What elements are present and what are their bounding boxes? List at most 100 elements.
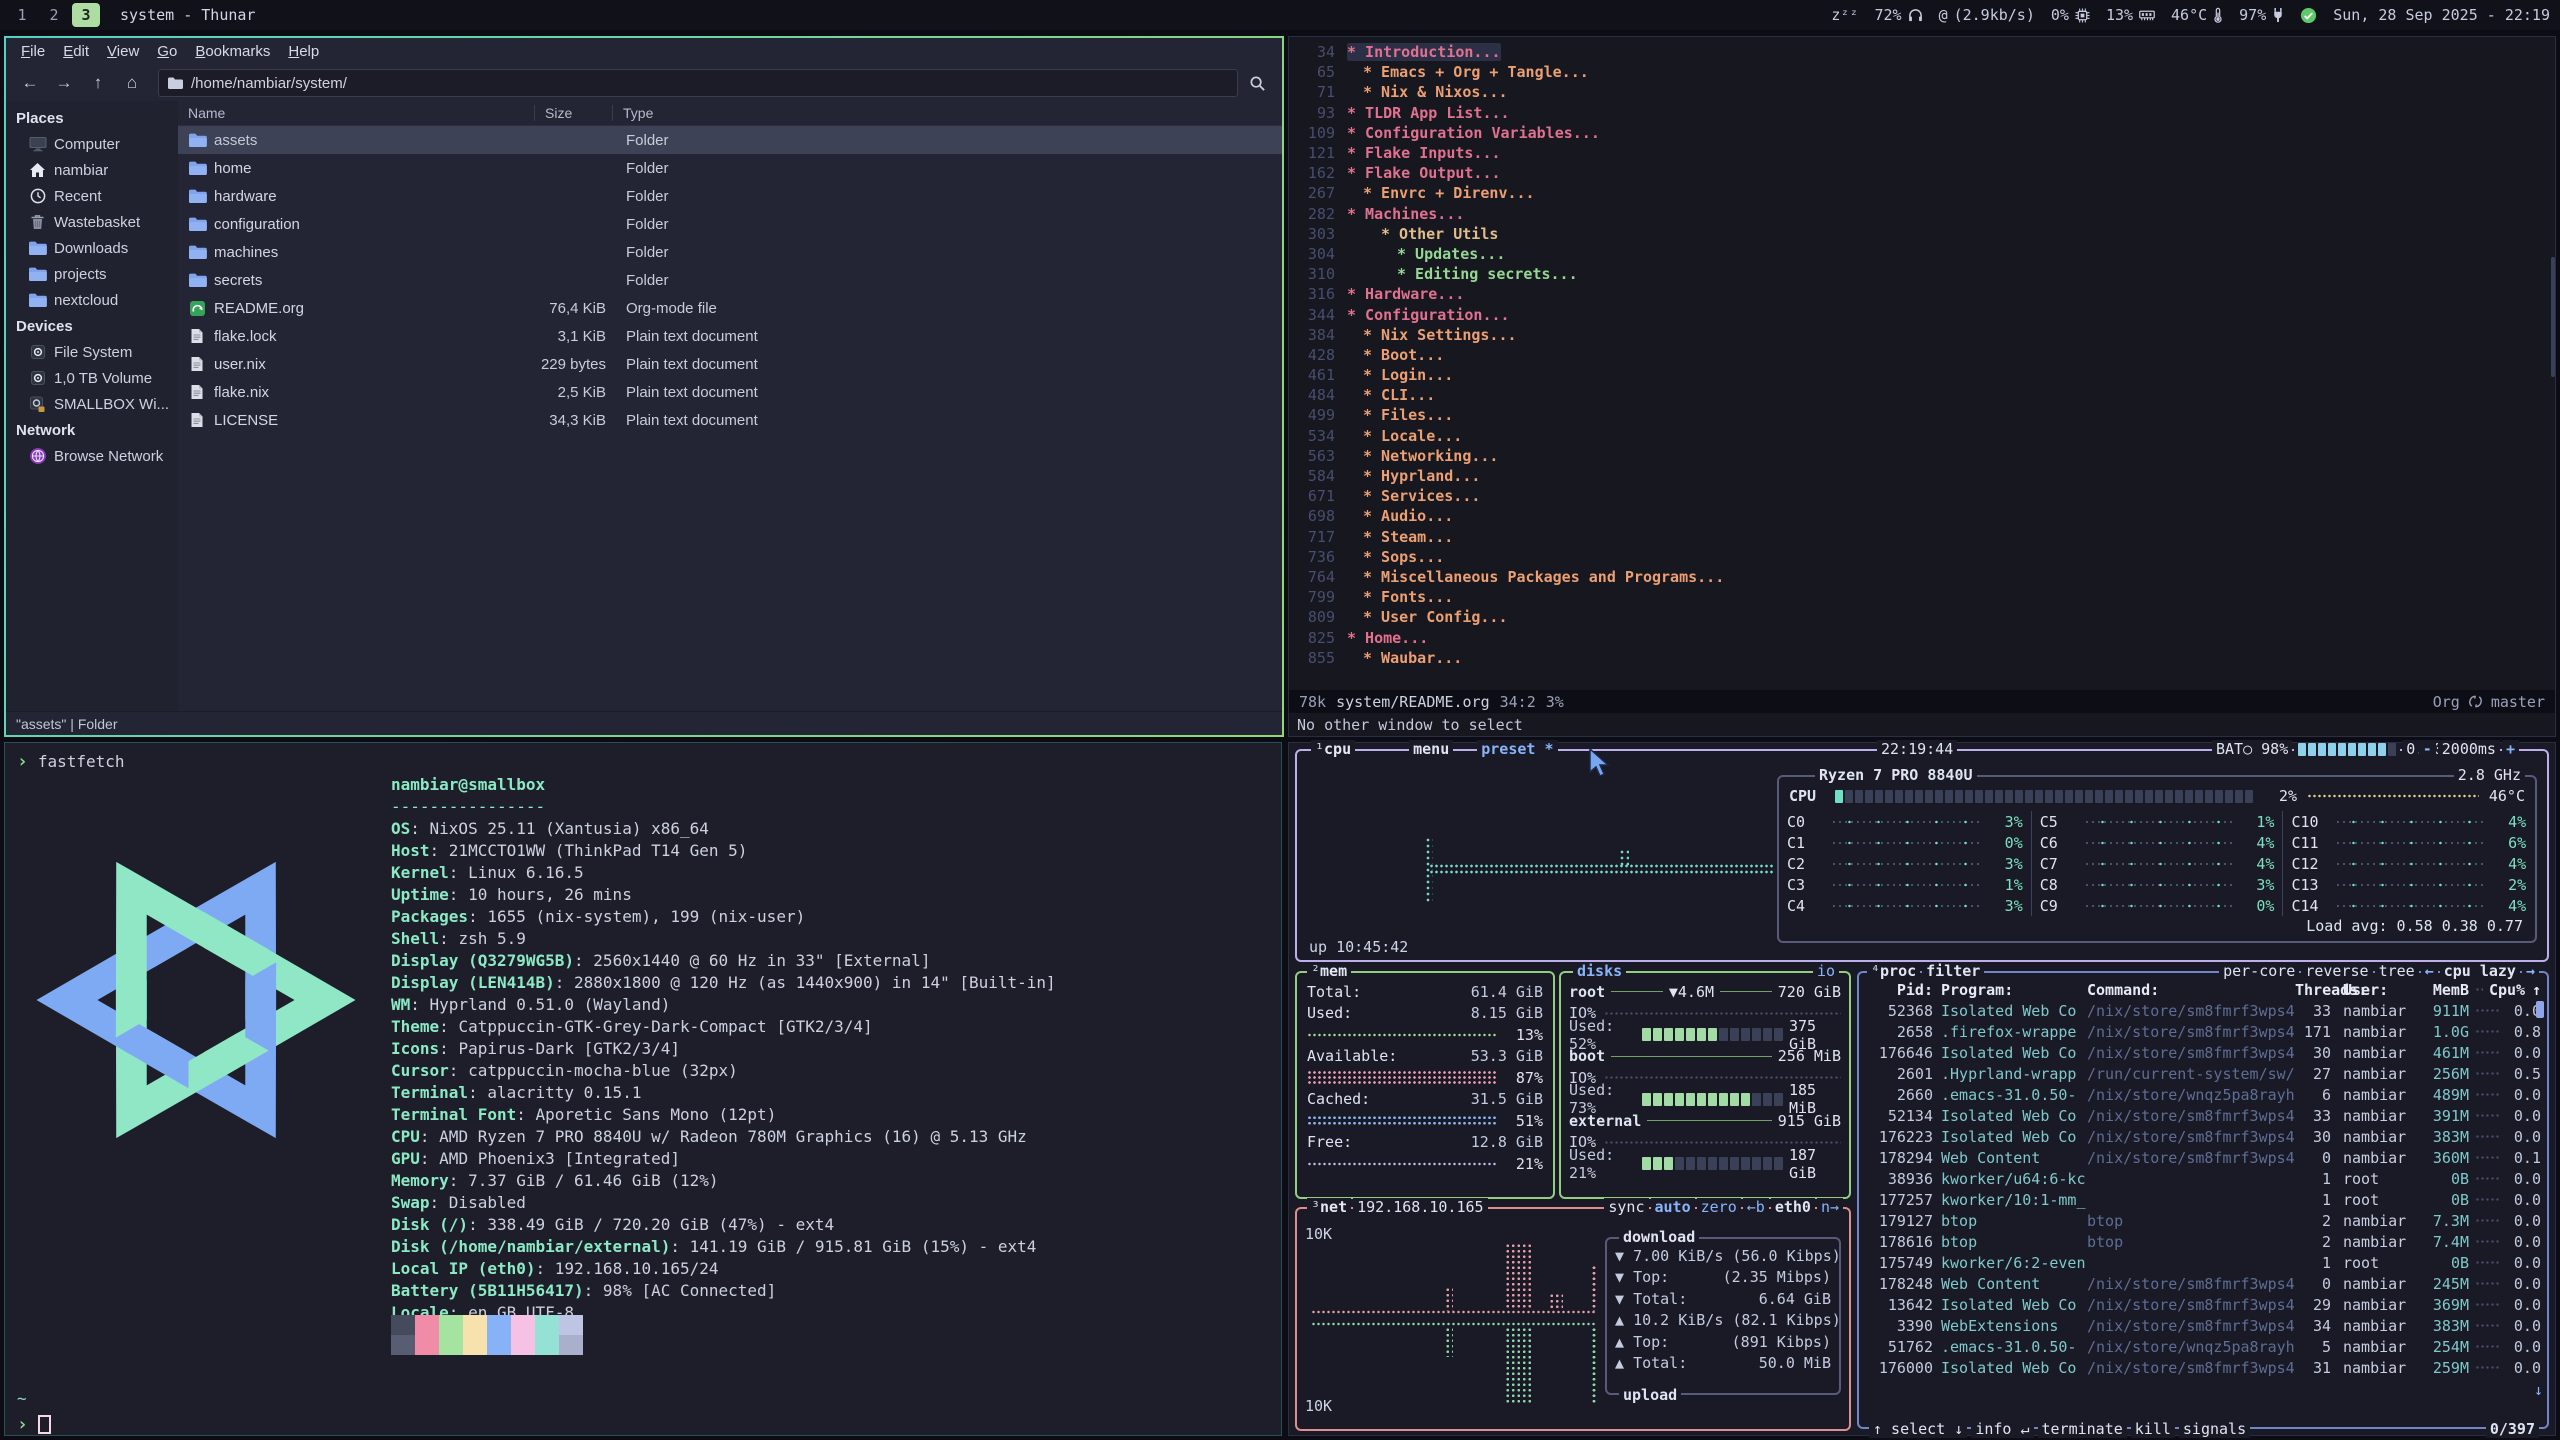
updates-ok-icon[interactable] bbox=[2300, 7, 2317, 24]
emacs-scrollbar[interactable] bbox=[2551, 257, 2555, 377]
proc-row[interactable]: 51762.emacs-31.0.50-/nix/store/wnqz5pa8r… bbox=[1859, 1336, 2547, 1357]
menu-button[interactable]: menu bbox=[1409, 740, 1453, 758]
proc-scrollbar[interactable] bbox=[2536, 1001, 2544, 1018]
proc-row[interactable]: 2658.firefox-wrappe/nix/store/sm8fmrf3wp… bbox=[1859, 1021, 2547, 1042]
workspace-button-2[interactable]: 2 bbox=[40, 3, 68, 27]
scroll-down-indicator[interactable]: ↓ bbox=[2534, 1381, 2543, 1399]
column-name[interactable]: Name bbox=[178, 105, 534, 121]
sidebar-item-1-0-tb-volume[interactable]: 1,0 TB Volume bbox=[6, 365, 177, 391]
network-indicator[interactable]: @(2.9kb/s) bbox=[1939, 6, 2035, 24]
proc-row[interactable]: 38936kworker/u64:6-kc1root0B0.0 bbox=[1859, 1168, 2547, 1189]
back-button[interactable]: ← bbox=[14, 69, 46, 97]
file-row-user-nix[interactable]: user.nix229 bytesPlain text document bbox=[178, 350, 1282, 378]
net-option-auto[interactable]: auto bbox=[1651, 1198, 1695, 1216]
file-row-flake-nix[interactable]: flake.nix2,5 KiBPlain text document bbox=[178, 378, 1282, 406]
workspace-button-3[interactable]: 3 bbox=[72, 3, 100, 27]
file-row-assets[interactable]: assetsFolder bbox=[178, 126, 1282, 154]
proc-row[interactable]: 3390WebExtensions/nix/store/sm8fmrf3wps4… bbox=[1859, 1315, 2547, 1336]
file-row-configuration[interactable]: configurationFolder bbox=[178, 210, 1282, 238]
proc-option-tree[interactable]: tree bbox=[2375, 962, 2419, 980]
net-option-sync[interactable]: sync bbox=[1604, 1198, 1648, 1216]
up-button[interactable]: ↑ bbox=[82, 69, 114, 97]
sidebar-item-wastebasket[interactable]: Wastebasket bbox=[6, 209, 177, 235]
column-type[interactable]: Type bbox=[612, 105, 1282, 121]
net-option-b[interactable]: ←b bbox=[1743, 1198, 1769, 1216]
mem-tab[interactable]: ²mem bbox=[1307, 962, 1351, 980]
sidebar-item-recent[interactable]: Recent bbox=[6, 183, 177, 209]
menu-help[interactable]: Help bbox=[279, 41, 328, 62]
file-row-hardware[interactable]: hardwareFolder bbox=[178, 182, 1282, 210]
preset-button[interactable]: preset * bbox=[1477, 740, 1557, 758]
proc-row[interactable]: 52134Isolated Web Co/nix/store/sm8fmrf3w… bbox=[1859, 1105, 2547, 1126]
file-row-secrets[interactable]: secretsFolder bbox=[178, 266, 1282, 294]
volume-indicator[interactable]: 72% bbox=[1874, 6, 1922, 24]
terminal-window[interactable]: › fastfetch nambiar@smallbox------------… bbox=[4, 742, 1282, 1436]
proc-row[interactable]: 2660.emacs-31.0.50-/nix/store/wnqz5pa8ra… bbox=[1859, 1084, 2547, 1105]
net-option-eth0[interactable]: eth0 bbox=[1771, 1198, 1815, 1216]
file-row-home[interactable]: homeFolder bbox=[178, 154, 1282, 182]
proc-tab[interactable]: ⁴proc bbox=[1867, 962, 1920, 980]
proc-row[interactable]: 175749kworker/6:2-even1root0B0.0 bbox=[1859, 1252, 2547, 1273]
header-program[interactable]: Program: bbox=[1941, 981, 2087, 999]
terminate-hint[interactable]: terminate bbox=[2038, 1420, 2127, 1438]
proc-option-reverse[interactable]: reverse bbox=[2301, 962, 2372, 980]
info-hint[interactable]: info ↵ bbox=[1971, 1420, 2033, 1438]
sidebar-item-nambiar[interactable]: nambiar bbox=[6, 157, 177, 183]
proc-row[interactable]: 13642Isolated Web Co/nix/store/sm8fmrf3w… bbox=[1859, 1294, 2547, 1315]
sidebar-item-browse-network[interactable]: Browse Network bbox=[6, 443, 177, 469]
sidebar-item-downloads[interactable]: Downloads bbox=[6, 235, 177, 261]
shell-prompt[interactable]: › bbox=[17, 1411, 51, 1437]
org-buffer[interactable]: 34* Introduction...65* Emacs + Org + Tan… bbox=[1289, 42, 2549, 690]
emacs-window[interactable]: 34* Introduction...65* Emacs + Org + Tan… bbox=[1288, 36, 2556, 737]
column-size[interactable]: Size bbox=[534, 105, 612, 121]
menu-view[interactable]: View bbox=[98, 41, 148, 62]
proc-row[interactable]: 2601.Hyprland-wrapp/run/current-system/s… bbox=[1859, 1063, 2547, 1084]
workspace-button-1[interactable]: 1 bbox=[8, 3, 36, 27]
file-row-flake-lock[interactable]: flake.lock3,1 KiBPlain text document bbox=[178, 322, 1282, 350]
sort-left-button[interactable]: ← bbox=[2421, 962, 2438, 980]
proc-row[interactable]: 178616btopbtop2nambiar7.4M0.0 bbox=[1859, 1231, 2547, 1252]
proc-row[interactable]: 176646Isolated Web Co/nix/store/sm8fmrf3… bbox=[1859, 1042, 2547, 1063]
kill-hint[interactable]: kill bbox=[2131, 1420, 2175, 1438]
select-hint[interactable]: ↑ select ↓ bbox=[1869, 1420, 1967, 1438]
signals-hint[interactable]: signals bbox=[2179, 1420, 2250, 1438]
net-option-zero[interactable]: zero bbox=[1697, 1198, 1741, 1216]
path-field[interactable]: /home/nambiar/system/ bbox=[158, 69, 1238, 97]
file-row-readme-org[interactable]: README.org76,4 KiBOrg-mode file bbox=[178, 294, 1282, 322]
header-cpu[interactable]: Cpu% bbox=[2489, 981, 2523, 999]
file-row-machines[interactable]: machinesFolder bbox=[178, 238, 1282, 266]
net-option-n[interactable]: n→ bbox=[1817, 1198, 1843, 1216]
search-button[interactable] bbox=[1240, 69, 1274, 97]
proc-row[interactable]: 179127btopbtop2nambiar7.3M0.0 bbox=[1859, 1210, 2547, 1231]
header-pid[interactable]: Pid: bbox=[1865, 981, 1933, 999]
file-row-license[interactable]: LICENSE34,3 KiBPlain text document bbox=[178, 406, 1282, 434]
disks-tab[interactable]: disks bbox=[1573, 962, 1626, 980]
forward-button[interactable]: → bbox=[48, 69, 80, 97]
menu-bookmarks[interactable]: Bookmarks bbox=[186, 41, 279, 62]
interval-plus-button[interactable]: + bbox=[2502, 740, 2519, 758]
header-threads[interactable]: Threads: bbox=[2295, 981, 2331, 999]
menu-go[interactable]: Go bbox=[148, 41, 186, 62]
proc-row[interactable]: 52368Isolated Web Co/nix/store/sm8fmrf3w… bbox=[1859, 1000, 2547, 1021]
sidebar-item-projects[interactable]: projects bbox=[6, 261, 177, 287]
net-tab[interactable]: ³net bbox=[1307, 1198, 1351, 1216]
sidebar-item-computer[interactable]: Computer bbox=[6, 131, 177, 157]
filter-button[interactable]: filter bbox=[1922, 962, 1984, 980]
menu-file[interactable]: File bbox=[12, 41, 54, 62]
proc-row[interactable]: 177257kworker/10:1-mm_1root0B0.0 bbox=[1859, 1189, 2547, 1210]
sort-right-button[interactable]: → bbox=[2522, 962, 2539, 980]
cpu-tab[interactable]: ¹cpu bbox=[1311, 740, 1355, 758]
header-mem[interactable]: MemB bbox=[2419, 981, 2469, 999]
proc-row[interactable]: 176000Isolated Web Co/nix/store/sm8fmrf3… bbox=[1859, 1357, 2547, 1378]
sidebar-item-smallbox-wi-[interactable]: SMALLBOX Wi... bbox=[6, 391, 177, 417]
interval-minus-button[interactable]: - bbox=[2419, 740, 2436, 758]
menu-edit[interactable]: Edit bbox=[54, 41, 98, 62]
home-button[interactable]: ⌂ bbox=[116, 69, 148, 97]
proc-option-per-core[interactable]: per-core bbox=[2219, 962, 2299, 980]
proc-row[interactable]: 178294Web Content/nix/store/sm8fmrf3wps4… bbox=[1859, 1147, 2547, 1168]
header-command[interactable]: Command: bbox=[2087, 981, 2295, 999]
sidebar-item-nextcloud[interactable]: nextcloud bbox=[6, 287, 177, 313]
proc-row[interactable]: 176223Isolated Web Co/nix/store/sm8fmrf3… bbox=[1859, 1126, 2547, 1147]
io-tab[interactable]: io bbox=[1813, 962, 1839, 980]
proc-row[interactable]: 178248Web Content/nix/store/sm8fmrf3wps4… bbox=[1859, 1273, 2547, 1294]
